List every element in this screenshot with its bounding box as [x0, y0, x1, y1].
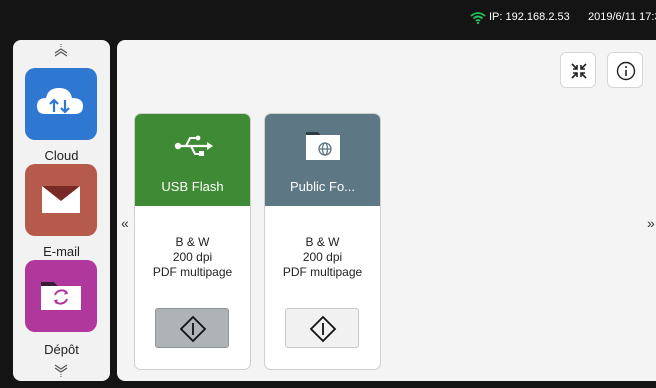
folder-sync-icon [41, 282, 81, 310]
color-mode: B & W [175, 235, 210, 249]
sidebar-item-email[interactable] [25, 164, 97, 236]
resolution: 200 dpi [172, 250, 213, 264]
destination-sidebar: Cloud E-mail Dépôt [13, 40, 110, 381]
prev-page-button[interactable]: « [121, 216, 129, 230]
chevron-up-icon[interactable] [51, 43, 71, 59]
main-panel: « » USB Flash B & W 200 dpi PDF multipag… [117, 40, 656, 381]
start-icon [309, 315, 337, 343]
envelope-icon [42, 186, 80, 213]
usb-icon [174, 135, 213, 156]
next-page-button[interactable]: » [647, 216, 655, 230]
info-icon [616, 61, 636, 81]
card-header: USB Flash [135, 114, 250, 206]
color-mode: B & W [305, 235, 340, 249]
cloud-upload-download-icon [37, 88, 83, 114]
sidebar-label-cloud: Cloud [44, 148, 79, 163]
file-format: PDF multipage [152, 265, 233, 279]
network-folder-icon [306, 132, 340, 160]
sidebar-label-email: E-mail [43, 244, 80, 259]
wifi-icon [470, 12, 486, 24]
card-title: Public Fo... [289, 179, 356, 194]
date-time: 2019/6/11 17:33 [588, 11, 656, 23]
ip-address: IP: 192.168.2.53 [489, 11, 570, 23]
status-bar: IP: 192.168.2.53 2019/6/11 17:33 [0, 0, 656, 36]
file-format: PDF multipage [282, 265, 363, 279]
sidebar-item-depot[interactable] [25, 260, 97, 332]
info-button[interactable] [607, 52, 643, 88]
destination-card-public-folder[interactable]: Public Fo... B & W 200 dpi PDF multipage [264, 113, 381, 370]
card-settings: B & W 200 dpi PDF multipage [265, 235, 380, 280]
start-scan-button[interactable] [285, 308, 359, 348]
start-scan-button[interactable] [155, 308, 229, 348]
card-settings: B & W 200 dpi PDF multipage [135, 235, 250, 280]
collapse-button[interactable] [560, 52, 596, 88]
destination-card-usb-flash[interactable]: USB Flash B & W 200 dpi PDF multipage [134, 113, 251, 370]
card-header: Public Fo... [265, 114, 380, 206]
start-icon [179, 315, 207, 343]
chevron-down-icon[interactable] [51, 362, 71, 378]
card-title: USB Flash [161, 179, 224, 194]
sidebar-label-depot: Dépôt [44, 342, 79, 357]
resolution: 200 dpi [302, 250, 343, 264]
sidebar-item-cloud[interactable] [25, 68, 97, 140]
collapse-icon [571, 63, 587, 79]
